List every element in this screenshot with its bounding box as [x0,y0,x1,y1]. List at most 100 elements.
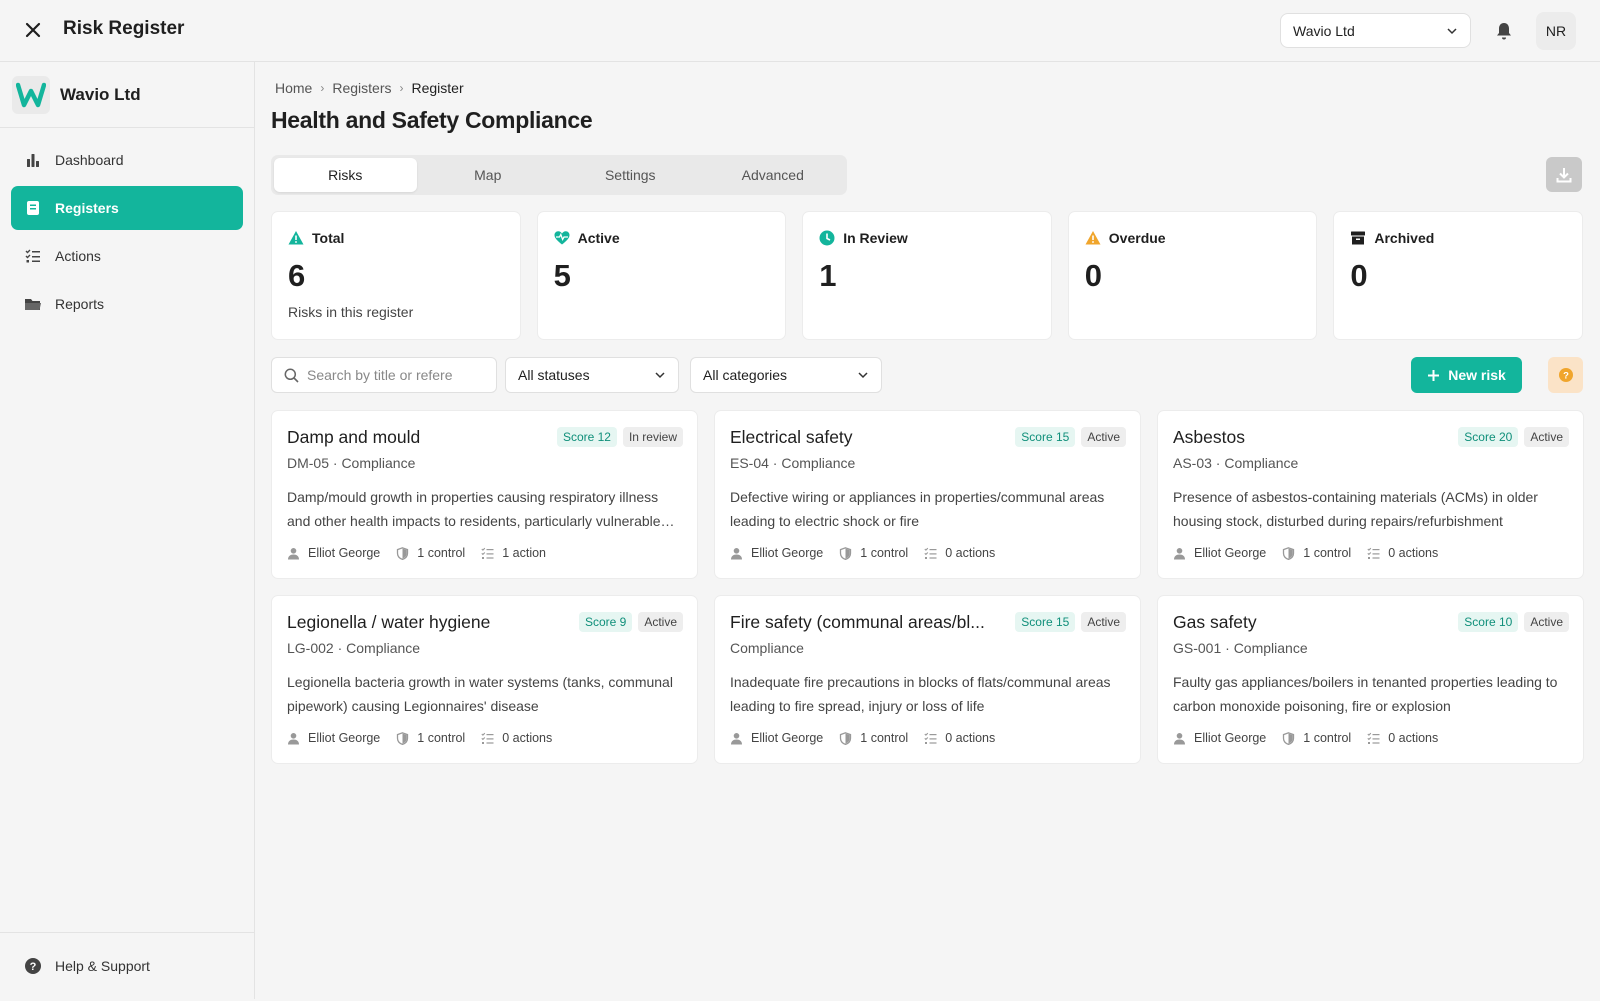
risk-meta: Elliot George 1 control 0 actions [287,731,682,745]
risk-status-badge: In review [622,427,683,447]
stat-subtitle: Risks in this register [288,304,414,320]
category-filter-select[interactable]: All categories [690,357,882,393]
risk-card[interactable]: Electrical safety Score 15 Active ES-04 … [714,410,1141,579]
sidebar-item-registers[interactable]: Registers [11,186,243,230]
risk-actions: 0 actions [1367,546,1438,560]
risk-controls: 1 control [396,731,465,745]
stat-card-archived: Archived 0 [1333,211,1583,340]
risk-actions-count: 0 actions [945,731,996,745]
risk-title: Legionella / water hygiene [287,612,491,632]
status-filter-select[interactable]: All statuses [505,357,679,393]
risk-badges: Score 9 Active [578,612,683,632]
risk-card[interactable]: Fire safety (communal areas/bl... Score … [714,595,1141,764]
sidebar: Wavio Ltd Dashboard Registers Actions Re… [0,62,255,999]
risk-score-badge: Score 15 [1015,427,1076,447]
risk-card-grid: Damp and mould Score 12 In review DM-05 … [271,410,1584,764]
notifications-button[interactable] [1492,19,1516,43]
risk-controls: 1 control [1282,546,1351,560]
sidebar-item-actions[interactable]: Actions [11,234,243,278]
risk-actions-count: 0 actions [502,731,553,745]
risk-badges: Score 15 Active [1015,612,1126,632]
svg-text:?: ? [1563,371,1569,382]
svg-text:?: ? [30,961,37,973]
checklist-icon [1367,547,1380,559]
shield-icon [1283,731,1295,745]
risk-status-badge: Active [1524,612,1569,632]
risk-card[interactable]: Legionella / water hygiene Score 9 Activ… [271,595,698,764]
tab-advanced[interactable]: Advanced [702,158,845,192]
user-icon [731,547,742,559]
risk-title: Electrical safety [730,427,853,447]
user-icon [1174,547,1185,559]
avatar[interactable]: NR [1536,12,1576,50]
user-icon [731,732,742,744]
organization-select[interactable]: Wavio Ltd [1280,13,1471,48]
shield-icon [840,731,852,745]
close-button[interactable] [20,17,46,43]
risk-reference: LG-002 · Compliance [287,640,421,656]
risk-owner: Elliot George [287,731,380,745]
stat-label: In Review [843,230,908,246]
sidebar-item-label: Reports [55,296,105,312]
folder-icon [24,295,42,313]
risk-card[interactable]: Asbestos Score 20 Active AS-03 · Complia… [1157,410,1584,579]
tab-bar: Risks Map Settings Advanced [271,155,847,195]
book-icon [24,199,42,217]
risk-actions: 0 actions [924,546,995,560]
stat-value: 0 [1084,258,1103,293]
breadcrumb-home[interactable]: Home [275,80,312,96]
risk-reference: ES-04 · Compliance [730,455,856,471]
risk-actions-count: 0 actions [1388,731,1439,745]
help-support-link[interactable]: ? Help & Support [0,932,254,999]
top-bar: Risk Register Wavio Ltd NR [0,0,1600,62]
new-risk-button[interactable]: New risk [1411,357,1522,393]
sidebar-nav: Dashboard Registers Actions Reports [0,128,254,340]
search-input[interactable] [307,367,487,383]
risk-actions-count: 0 actions [1388,546,1439,560]
risk-owner-name: Elliot George [308,731,381,745]
risk-owner: Elliot George [1173,731,1266,745]
risk-meta: Elliot George 1 control 0 actions [1173,731,1568,745]
stat-label: Archived [1374,230,1435,246]
risk-owner-name: Elliot George [1194,546,1267,560]
risk-status-badge: Active [638,612,683,632]
stat-label: Active [577,230,620,246]
risk-description: Faulty gas appliances/boilers in tenante… [1173,674,1558,714]
risk-score-badge: Score 20 [1458,427,1519,447]
help-circle-icon: ? [24,957,42,975]
risk-title: Asbestos [1173,427,1245,447]
sidebar-item-reports[interactable]: Reports [11,282,243,326]
bar-chart-icon [24,151,42,169]
breadcrumb-registers[interactable]: Registers [332,80,391,96]
shield-icon [397,731,409,745]
plus-icon [1428,369,1440,381]
tab-settings[interactable]: Settings [559,158,702,192]
stat-value: 0 [1350,258,1368,293]
tab-map[interactable]: Map [417,158,560,192]
risk-card[interactable]: Damp and mould Score 12 In review DM-05 … [271,410,698,579]
download-button[interactable] [1546,157,1582,192]
sidebar-item-label: Dashboard [55,152,124,168]
search-icon [284,368,299,383]
checklist-icon [24,247,42,265]
stat-value: 6 [288,258,306,293]
risk-actions: 0 actions [924,731,995,745]
breadcrumb-current: Register [411,80,464,96]
help-tour-button[interactable]: ? [1548,357,1583,393]
alert-triangle-icon [1085,230,1101,246]
risk-owner-name: Elliot George [751,546,824,560]
risk-card[interactable]: Gas safety Score 10 Active GS-001 · Comp… [1157,595,1584,764]
shield-icon [840,546,852,560]
checklist-icon [1367,732,1380,744]
risk-score-badge: Score 12 [556,427,617,447]
filter-bar: All statuses All categories New risk ? [271,357,1583,393]
risk-badges: Score 20 Active [1458,427,1569,447]
tab-risks[interactable]: Risks [274,158,417,192]
breadcrumb-separator-icon: › [320,81,325,95]
risk-description: Presence of asbestos-containing material… [1173,489,1538,529]
sidebar-item-dashboard[interactable]: Dashboard [11,138,243,182]
wavio-logo-icon [16,82,46,107]
clock-icon [819,230,835,246]
risk-status-badge: Active [1081,427,1126,447]
risk-owner-name: Elliot George [1194,731,1267,745]
